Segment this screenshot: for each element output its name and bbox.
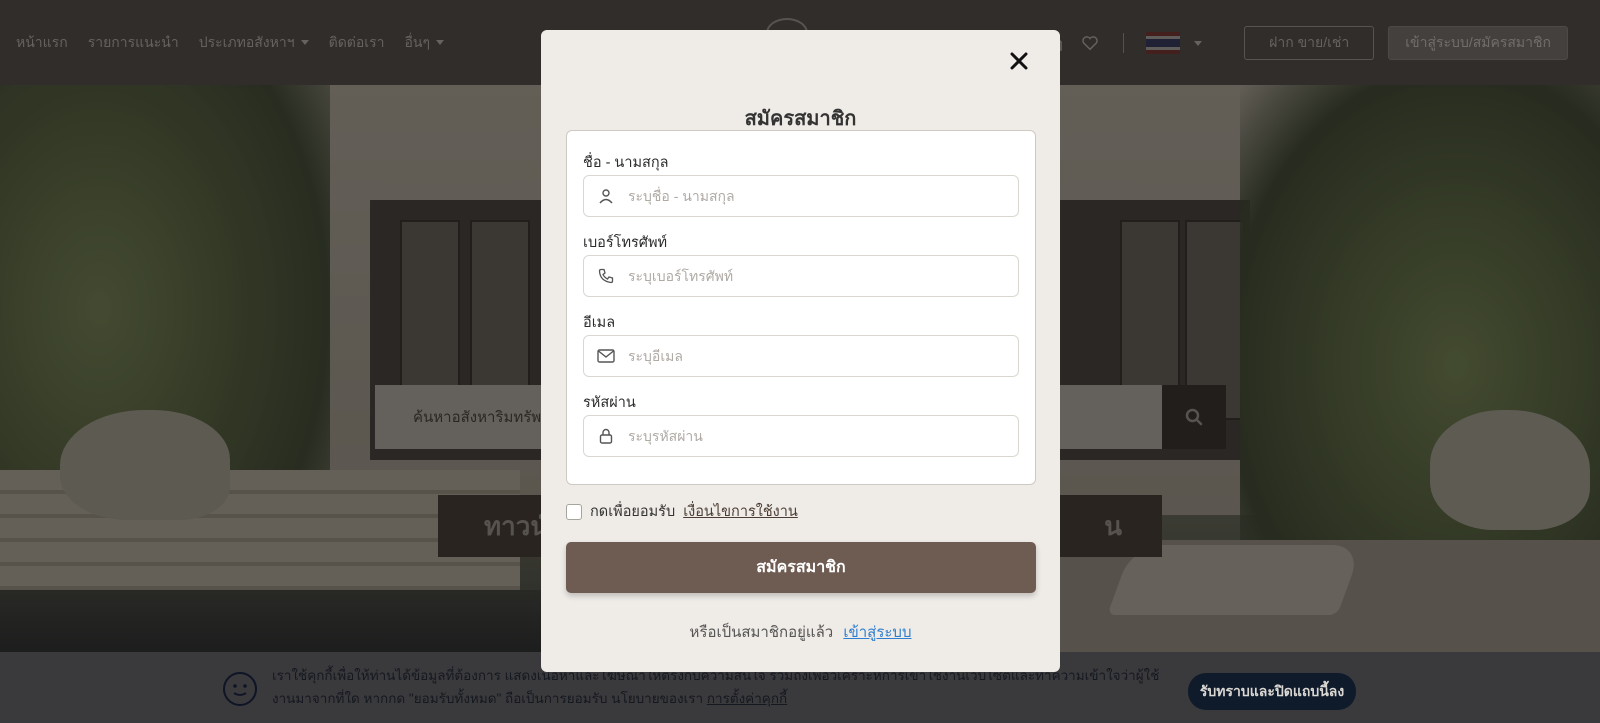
register-modal: สมัครสมาชิก ชื่อ - นามสกุล เบอร์โทรศัพท์… [541,30,1060,672]
cookie-accept-button[interactable]: รับทราบและปิดแถบนี้ลง [1188,673,1356,710]
name-input[interactable] [628,177,1008,215]
email-label: อีเมล [583,315,616,331]
name-label: ชื่อ - นามสกุล [583,155,669,171]
phone-icon [584,268,628,284]
terms-agreement: กดเพื่อยอมรับ เงื่อนไขการใช้งาน [566,500,798,523]
register-form: ชื่อ - นามสกุล เบอร์โทรศัพท์ อีเมล รหัสผ… [566,130,1036,485]
already-member-line: หรือเป็นสมาชิกอยู่แล้ว เข้าสู่ระบบ [541,620,1060,644]
user-icon [584,188,628,204]
login-link[interactable]: เข้าสู่ระบบ [843,624,911,641]
terms-text: กดเพื่อยอมรับ [590,504,676,520]
cookie-settings-link[interactable]: การตั้งค่าคุกกี้ [707,691,787,706]
phone-field-wrapper [583,255,1019,297]
already-member-text: หรือเป็นสมาชิกอยู่แล้ว [689,624,834,641]
password-field-wrapper [583,415,1019,457]
close-button[interactable] [1006,48,1032,74]
email-field-wrapper [583,335,1019,377]
close-icon [1010,52,1028,70]
lock-icon [584,428,628,444]
register-submit-button[interactable]: สมัครสมาชิก [566,542,1036,593]
phone-label: เบอร์โทรศัพท์ [583,235,668,251]
email-input[interactable] [628,337,1008,375]
cookie-smiley-icon [223,672,257,706]
password-input[interactable] [628,417,1008,455]
terms-checkbox[interactable] [566,503,582,520]
phone-input[interactable] [628,257,1008,295]
password-label: รหัสผ่าน [583,395,636,411]
name-field-wrapper [583,175,1019,217]
terms-link[interactable]: เงื่อนไขการใช้งาน [683,500,798,523]
mail-icon [584,349,628,363]
